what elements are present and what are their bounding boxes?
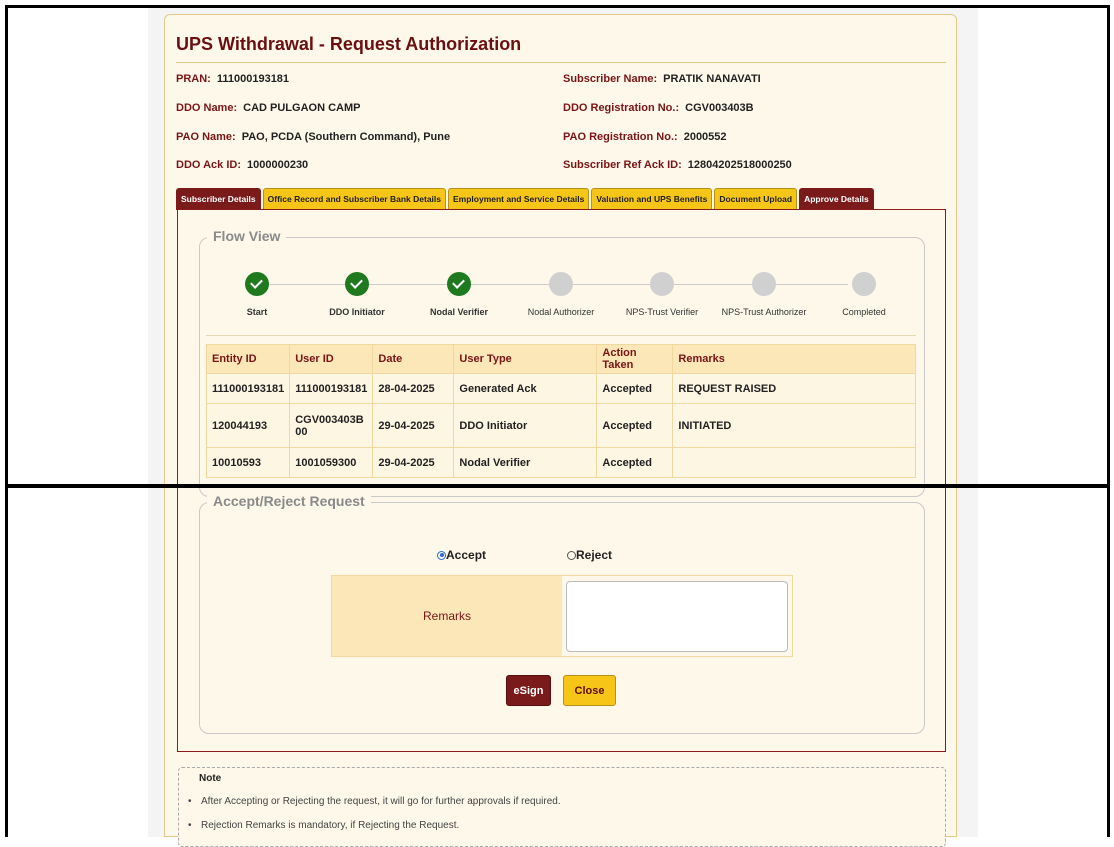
capture-frame-bottom — [5, 485, 1110, 837]
capture-frame-top — [5, 5, 1110, 487]
